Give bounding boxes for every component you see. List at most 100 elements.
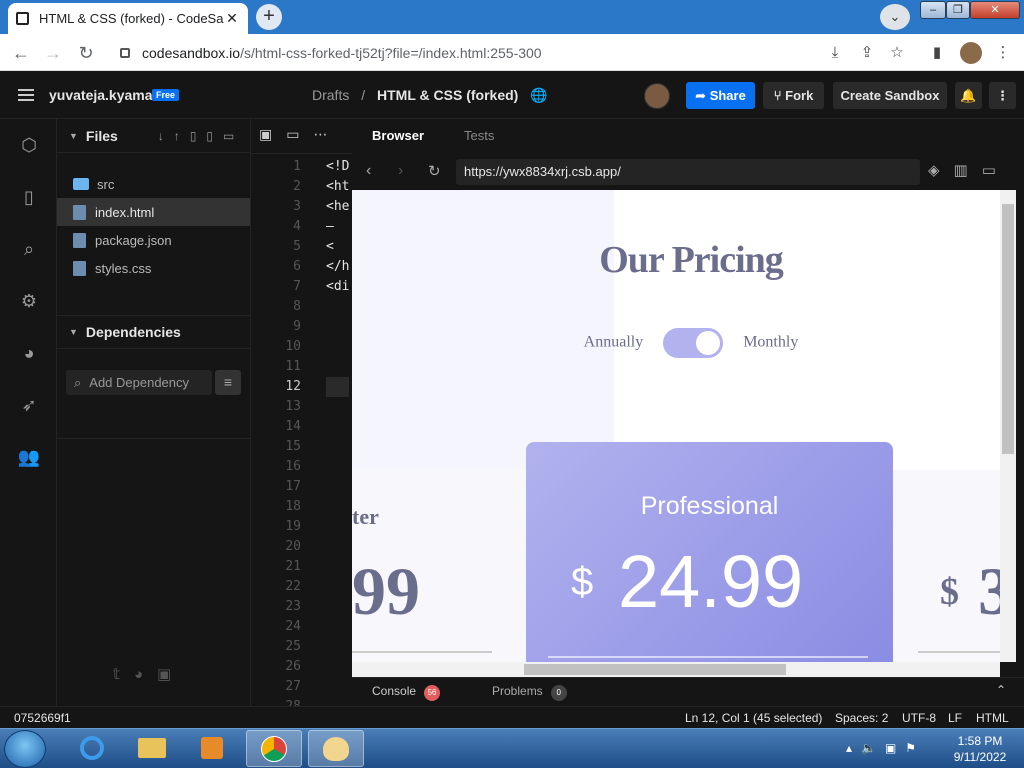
install-icon[interactable]: ⤓ [824,42,846,64]
users-icon[interactable]: 👥 [17,445,41,469]
tab-tests[interactable]: Tests [464,119,494,153]
preview-forward-icon[interactable]: › [398,162,403,180]
browser-tab-strip: HTML & CSS (forked) - CodeSandbox ✕ + ⌄ … [0,0,1024,34]
notifications-bell-icon[interactable]: 🔔 [955,82,982,109]
preview-url-input[interactable]: https://ywx8834xrj.csb.app/ [456,159,920,185]
language-mode[interactable]: HTML [976,707,1009,729]
chrome-menu-icon[interactable]: ⋮ [992,42,1014,64]
expand-panel-icon[interactable]: ⌃ [996,683,1006,697]
editor-actions-icon[interactable]: ▣▭⋯ [259,127,341,143]
problems-tab[interactable]: Problems 0 [492,684,567,701]
address-bar[interactable]: codesandbox.io/s/html-css-forked-tj52tj?… [110,38,820,67]
chrome-taskbar-icon[interactable] [246,730,302,767]
more-options-icon[interactable]: ⋮ [989,82,1016,109]
file-tree-folder-src[interactable]: src [57,170,250,198]
dependencies-section-header[interactable]: ▼ Dependencies [57,315,251,349]
commit-hash[interactable]: 0752669f1 [14,707,71,729]
file-icon [73,232,86,248]
tab-browser[interactable]: Browser [372,119,424,153]
line-number: 27 [285,679,301,694]
internet-explorer-icon[interactable] [64,730,120,767]
gear-icon[interactable]: ⚙ [17,289,41,313]
line-number: 1 [293,159,301,174]
close-tab-icon[interactable]: ✕ [224,10,240,27]
vertical-scrollbar-thumb[interactable] [1002,204,1014,454]
billing-toggle-switch[interactable] [663,328,724,358]
code-line: <he [326,199,350,214]
clock[interactable]: 1:58 PM 9/11/2022 [940,733,1020,765]
start-button[interactable] [4,730,46,768]
activity-bar: ⬡ ▯ ⌕ ⚙ ◕ ➶ 👥 [0,119,57,706]
media-player-icon[interactable] [184,730,240,767]
encoding[interactable]: UTF-8 [902,707,936,729]
file-explorer-icon[interactable] [124,730,180,767]
line-number: 8 [293,299,301,314]
preview-actions-icon[interactable]: ◈▥▭ [928,161,1010,179]
preview-reload-icon[interactable]: ↻ [428,162,441,180]
horizontal-scrollbar-thumb[interactable] [524,664,786,675]
file-tree-item-styles[interactable]: styles.css [57,254,250,282]
file-tree-item-index[interactable]: index.html [57,198,250,226]
cursor-position[interactable]: Ln 12, Col 1 (45 selected) [685,707,822,729]
code-editor[interactable]: ▣▭⋯ 1 2 3 4 5 6 7 8 9 10 11 12 13 14 15 16 17 18 19 20 21 22 2… [251,119,352,714]
horizontal-scrollbar[interactable] [352,662,1000,677]
cube-icon[interactable]: ⬡ [17,133,41,157]
profile-avatar[interactable] [960,42,982,64]
file-icon[interactable]: ▯ [17,185,41,209]
line-number: 5 [293,239,301,254]
line-number: 3 [293,199,301,214]
reload-icon[interactable]: ↻ [75,42,97,64]
minimize-button[interactable]: – [920,1,946,19]
fork-button[interactable]: ⑂ Fork [763,82,824,109]
username[interactable]: yuvateja.kyama [49,87,153,103]
forward-icon[interactable]: → [42,42,64,64]
browser-tab[interactable]: HTML & CSS (forked) - CodeSandbox ✕ [8,3,248,34]
master-currency: $ [940,571,959,613]
code-line: </h [326,259,350,274]
tab-search-button[interactable]: ⌄ [880,4,910,30]
rocket-icon[interactable]: ➶ [17,393,41,417]
back-icon[interactable]: ← [10,42,32,64]
sandbox-title[interactable]: HTML & CSS (forked) [377,87,518,103]
line-number: 20 [285,539,301,554]
files-section-header[interactable]: ▼ Files ↓↑▯▯▭ [57,119,251,153]
system-tray-icon[interactable]: ▴🔈▣⚑ [846,741,925,755]
monthly-label: Monthly [743,333,799,351]
share-button[interactable]: ➦ Share [686,82,755,109]
breadcrumb-drafts[interactable]: Drafts [312,87,349,103]
social-links-icon[interactable]: 𝕥◕▣ [113,665,185,683]
code-line: <di [326,279,350,294]
close-window-button[interactable]: ✕ [970,1,1020,19]
page-title: Our Pricing [599,239,784,281]
github-icon[interactable]: ◕ [17,341,41,365]
search-icon: ⌕ [74,374,82,390]
restore-button[interactable]: ❐ [946,1,970,19]
line-number: 13 [285,399,301,414]
file-tree-item-package[interactable]: package.json [57,226,250,254]
code-lines[interactable]: <!D <ht <he — < </h <di [326,157,350,437]
search-icon[interactable]: ⌕ [17,237,41,261]
explorer-actions-icon[interactable]: ↓↑▯▯▭ [158,129,245,143]
status-bar: 0752669f1 Ln 12, Col 1 (45 selected) Spa… [0,706,1024,728]
create-sandbox-button[interactable]: Create Sandbox [833,82,947,109]
dependency-menu-icon[interactable]: ≡ [215,370,241,395]
paint-icon[interactable] [308,730,364,767]
new-tab-button[interactable]: + [256,4,282,30]
menu-icon[interactable] [18,89,34,101]
bookmark-star-icon[interactable]: ☆ [886,42,908,64]
side-panel-icon[interactable]: ▮ [926,42,948,64]
line-number: 25 [285,639,301,654]
preview-back-icon[interactable]: ‹ [366,162,371,180]
add-dependency-input[interactable]: ⌕ Add Dependency [66,370,212,395]
master-plan-price: 3 [978,553,1000,629]
console-tab[interactable]: Console 56 [372,684,441,701]
vertical-scrollbar[interactable] [1000,190,1016,662]
line-number: 12 [285,379,301,394]
line-ending[interactable]: LF [948,707,962,729]
share-page-icon[interactable]: ⇪ [856,42,878,64]
avatar[interactable] [644,83,670,109]
indentation[interactable]: Spaces: 2 [835,707,888,729]
